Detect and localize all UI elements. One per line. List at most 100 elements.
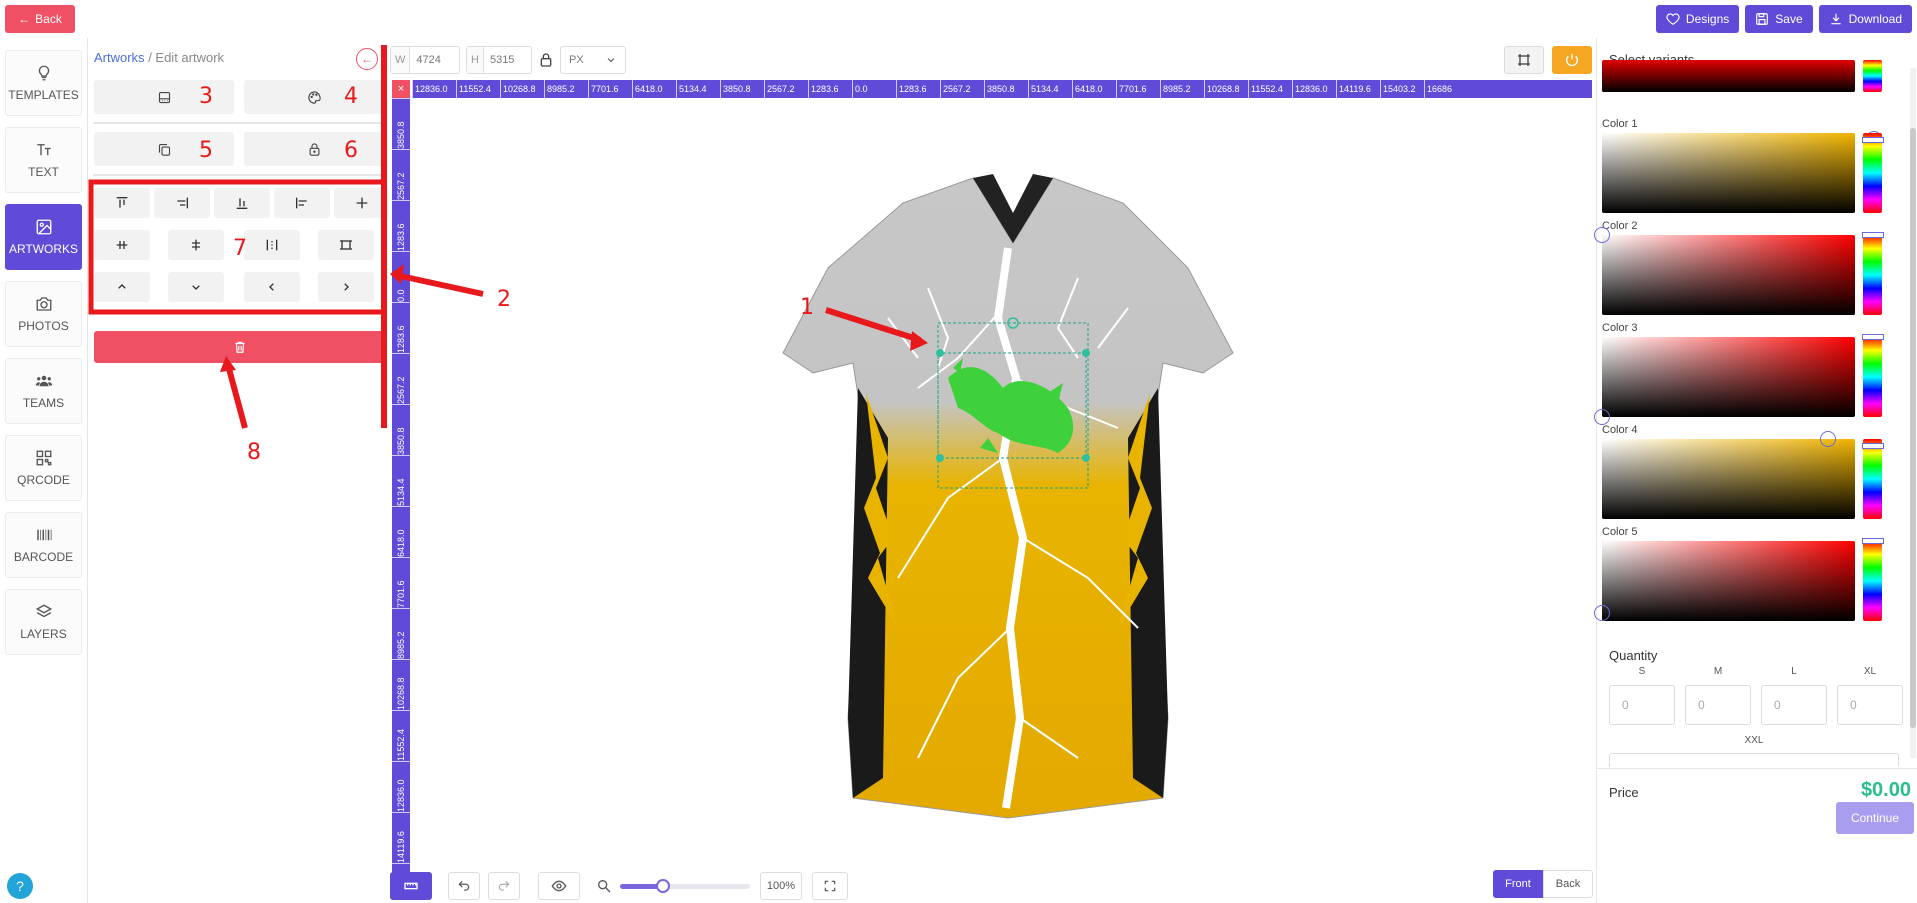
unit-select[interactable]: PX (560, 46, 626, 74)
nav-photos[interactable]: PHOTOS (5, 281, 82, 347)
zoom-icon (598, 880, 611, 893)
quantity-input-xxl[interactable] (1609, 753, 1899, 767)
quantity-input-xl[interactable]: 0 (1837, 685, 1903, 725)
color-3-hue-slider[interactable] (1861, 334, 1884, 417)
ruler-toggle-button[interactable]: × (392, 80, 410, 98)
dimension-bar: W 4724 H 5315 PX (390, 46, 626, 74)
width-value: 4724 (416, 54, 441, 66)
distribute-icon (266, 239, 278, 251)
nav-templates[interactable]: TEMPLATES (5, 50, 82, 116)
nav-label: LAYERS (20, 627, 67, 641)
price-label: Price (1609, 785, 1639, 800)
ruler-tick-label: 7701.6 (588, 80, 632, 98)
quantity-input-l[interactable]: 0 (1761, 685, 1827, 725)
chevron-left-icon (269, 283, 274, 291)
annotation-4: 4 (344, 84, 358, 109)
color-3-knob[interactable] (1594, 409, 1610, 425)
color-4-hue-slider[interactable] (1861, 439, 1884, 519)
nav-label: TEAMS (22, 396, 65, 410)
ruler-tick-label: 5134.4 (1028, 80, 1072, 98)
nav-barcode[interactable]: BARCODE (5, 512, 82, 578)
color-5-knob[interactable] (1594, 605, 1610, 621)
quantity-input-m[interactable]: 0 (1685, 685, 1751, 725)
align-top-button[interactable] (94, 188, 150, 218)
zoom-label: 100% (766, 880, 796, 892)
align-top-icon (116, 197, 128, 208)
ruler-tick-label: 3850.8 (392, 404, 410, 455)
height-field[interactable]: H 5315 (466, 46, 532, 74)
collapse-panel-button[interactable]: ← (356, 48, 378, 70)
size-label-xxl: XXL (1744, 735, 1764, 746)
quantity-input-s[interactable]: 0 (1609, 685, 1675, 725)
lock-ratio-icon[interactable] (538, 52, 554, 68)
zoom-slider[interactable] (620, 879, 750, 893)
breadcrumb-artworks-link[interactable]: Artworks (94, 50, 145, 65)
help-button[interactable]: ? (7, 873, 33, 899)
back-button[interactable]: ← Back (5, 5, 75, 33)
align-center-button[interactable] (334, 188, 390, 218)
side-toggle: Front Back (1493, 870, 1593, 898)
color-1-saturation[interactable] (1602, 131, 1882, 213)
color-2-saturation[interactable] (1594, 227, 1855, 315)
move-left-button[interactable] (244, 272, 300, 302)
color-1-hue-slider[interactable] (1861, 133, 1884, 213)
distribute-button[interactable] (244, 230, 300, 260)
save-button[interactable]: Save (1745, 5, 1813, 33)
color-5-hue-slider[interactable] (1861, 538, 1884, 621)
nav-text[interactable]: TEXT (5, 127, 82, 193)
redo-button[interactable] (488, 872, 520, 900)
divider (93, 174, 383, 176)
front-side-button[interactable]: Front (1493, 870, 1543, 898)
continue-button[interactable]: Continue (1836, 802, 1914, 834)
color-5-block: Color 5 (1594, 526, 1884, 621)
color-5-saturation[interactable] (1594, 541, 1855, 621)
ruler-tick-label: 10268.8 (1204, 80, 1248, 98)
align-right-icon (177, 197, 188, 209)
duplicate-button[interactable] (94, 132, 234, 166)
flip-artwork-button[interactable] (94, 80, 234, 114)
reset-button[interactable] (1552, 46, 1592, 74)
ruler-button[interactable] (390, 872, 432, 900)
undo-icon (458, 880, 470, 891)
color-4-block: Color 4 (1602, 424, 1884, 519)
print-area-button[interactable] (1504, 46, 1544, 74)
breadcrumb: Artworks / Edit artwork (94, 50, 224, 65)
align-right-button[interactable] (154, 188, 210, 218)
width-field[interactable]: W 4724 (390, 46, 460, 74)
align-vertical-center-button[interactable] (168, 230, 224, 260)
color-2-knob[interactable] (1594, 227, 1610, 243)
fit-icon (340, 240, 352, 250)
zoom-slider-thumb[interactable] (655, 879, 670, 893)
fit-to-area-button[interactable] (318, 230, 374, 260)
align-left-button[interactable] (274, 188, 330, 218)
align-bottom-button[interactable] (214, 188, 270, 218)
color-4-knob[interactable] (1820, 431, 1836, 447)
front-label: Front (1505, 878, 1531, 890)
back-side-button[interactable]: Back (1543, 870, 1593, 898)
nav-layers[interactable]: LAYERS (5, 589, 82, 655)
move-right-button[interactable] (318, 272, 374, 302)
designs-button[interactable]: Designs (1655, 5, 1740, 33)
download-label: Download (1848, 12, 1902, 26)
color-2-hue-slider[interactable] (1861, 232, 1884, 315)
color-palette-button[interactable] (244, 80, 384, 114)
ruler-tick-label: 7701.6 (392, 557, 410, 608)
delete-artwork-button[interactable] (94, 331, 386, 363)
move-up-button[interactable] (94, 272, 150, 302)
lock-button[interactable] (244, 132, 384, 166)
undo-button[interactable] (448, 872, 480, 900)
variants-scrollbar[interactable] (1910, 68, 1916, 758)
top-bar: ← Back Designs Save Download (0, 0, 1917, 38)
align-horizontal-center-button[interactable] (94, 230, 150, 260)
nav-teams[interactable]: TEAMS (5, 358, 82, 424)
nav-qrcode[interactable]: QRCODE (5, 435, 82, 501)
ruler-tick-label: 1283.6 (896, 80, 940, 98)
color-3-saturation[interactable] (1594, 337, 1855, 425)
color-4-saturation[interactable] (1602, 431, 1855, 519)
nav-artworks[interactable]: ARTWORKS (5, 204, 82, 270)
move-down-button[interactable] (168, 272, 224, 302)
fullscreen-button[interactable] (812, 872, 848, 900)
preview-button[interactable] (538, 872, 580, 900)
download-button[interactable]: Download (1818, 5, 1912, 33)
color-label: Color 5 (1602, 526, 1638, 538)
